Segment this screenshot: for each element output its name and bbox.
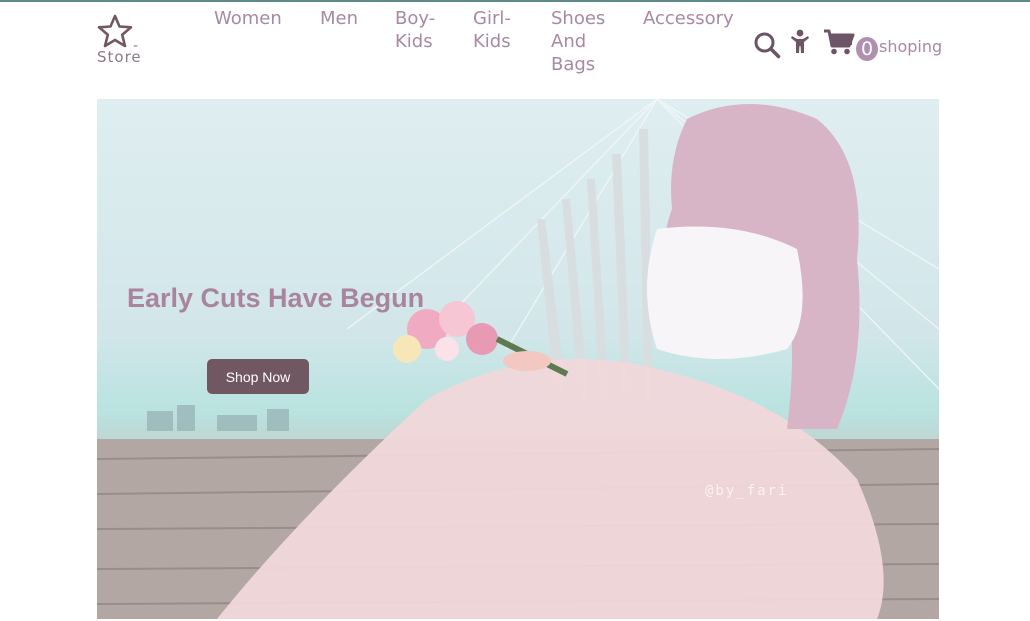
- shop-now-button[interactable]: Shop Now: [207, 359, 309, 394]
- hero-banner: Early Cuts Have Begun Shop Now @by_fari: [97, 99, 939, 619]
- star-icon: [97, 14, 133, 48]
- nav-item-women[interactable]: Women: [214, 7, 282, 30]
- person-icon[interactable]: [789, 29, 811, 55]
- nav-item-shoes-and-bags[interactable]: Shoes And Bags: [551, 7, 621, 76]
- brand-logo[interactable]: - Store: [97, 14, 157, 70]
- cart-icon[interactable]: [823, 28, 855, 56]
- search-icon[interactable]: [753, 31, 781, 59]
- nav-item-boy-kids[interactable]: Boy- Kids: [395, 7, 455, 53]
- nav-item-girl-kids[interactable]: Girl- Kids: [473, 7, 533, 53]
- nav-item-men[interactable]: Men: [320, 7, 358, 30]
- hero-title: Early Cuts Have Begun: [127, 283, 425, 313]
- cart-label[interactable]: shoping: [879, 37, 942, 56]
- cart-count-badge: 0: [856, 37, 878, 61]
- image-watermark: @by_fari: [705, 483, 789, 499]
- top-border: [0, 0, 1030, 2]
- brand-name: Store: [97, 48, 142, 66]
- nav-item-accessory[interactable]: Accessory: [643, 7, 734, 30]
